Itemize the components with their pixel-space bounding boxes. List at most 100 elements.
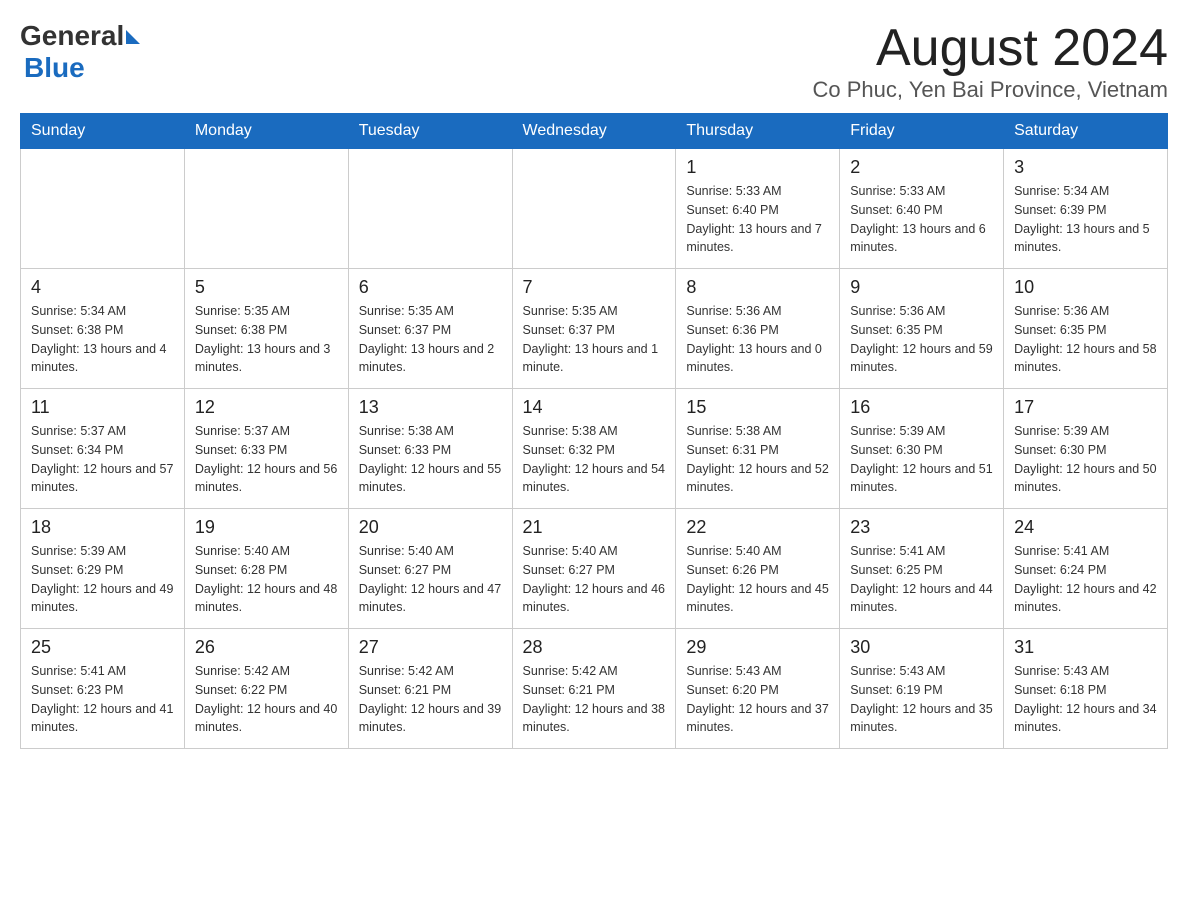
calendar-day-cell	[512, 149, 676, 269]
day-info: Sunrise: 5:42 AM Sunset: 6:22 PM Dayligh…	[195, 662, 338, 737]
day-info: Sunrise: 5:33 AM Sunset: 6:40 PM Dayligh…	[850, 182, 993, 257]
calendar-week-row: 18 Sunrise: 5:39 AM Sunset: 6:29 PM Dayli…	[21, 509, 1168, 629]
day-info: Sunrise: 5:41 AM Sunset: 6:25 PM Dayligh…	[850, 542, 993, 617]
day-number: 23	[850, 517, 993, 538]
calendar-day-cell: 16 Sunrise: 5:39 AM Sunset: 6:30 PM Dayli…	[840, 389, 1004, 509]
day-number: 25	[31, 637, 174, 658]
weekday-header: Tuesday	[348, 114, 512, 149]
day-number: 16	[850, 397, 993, 418]
page-title: August 2024	[813, 20, 1168, 77]
logo-general: General	[20, 20, 124, 52]
day-info: Sunrise: 5:40 AM Sunset: 6:27 PM Dayligh…	[359, 542, 502, 617]
day-number: 24	[1014, 517, 1157, 538]
day-info: Sunrise: 5:39 AM Sunset: 6:30 PM Dayligh…	[850, 422, 993, 497]
day-number: 15	[686, 397, 829, 418]
day-info: Sunrise: 5:42 AM Sunset: 6:21 PM Dayligh…	[523, 662, 666, 737]
day-info: Sunrise: 5:36 AM Sunset: 6:35 PM Dayligh…	[850, 302, 993, 377]
calendar-day-cell: 4 Sunrise: 5:34 AM Sunset: 6:38 PM Daylig…	[21, 269, 185, 389]
weekday-header: Monday	[184, 114, 348, 149]
calendar-day-cell: 18 Sunrise: 5:39 AM Sunset: 6:29 PM Dayli…	[21, 509, 185, 629]
calendar-day-cell: 29Sunrise: 5:43 AM Sunset: 6:20 PM Dayli…	[676, 629, 840, 749]
calendar-day-cell: 9 Sunrise: 5:36 AM Sunset: 6:35 PM Daylig…	[840, 269, 1004, 389]
calendar-day-cell: 11Sunrise: 5:37 AM Sunset: 6:34 PM Dayli…	[21, 389, 185, 509]
day-info: Sunrise: 5:43 AM Sunset: 6:19 PM Dayligh…	[850, 662, 993, 737]
calendar-day-cell: 31 Sunrise: 5:43 AM Sunset: 6:18 PM Dayli…	[1004, 629, 1168, 749]
day-info: Sunrise: 5:35 AM Sunset: 6:37 PM Dayligh…	[359, 302, 502, 377]
day-number: 6	[359, 277, 502, 298]
calendar-day-cell	[21, 149, 185, 269]
calendar-day-cell: 8 Sunrise: 5:36 AM Sunset: 6:36 PM Daylig…	[676, 269, 840, 389]
day-info: Sunrise: 5:36 AM Sunset: 6:36 PM Dayligh…	[686, 302, 829, 377]
page-header: General Blue August 2024 Co Phuc, Yen Ba…	[20, 20, 1168, 103]
calendar-day-cell	[184, 149, 348, 269]
weekday-header: Sunday	[21, 114, 185, 149]
calendar-day-cell: 22Sunrise: 5:40 AM Sunset: 6:26 PM Dayli…	[676, 509, 840, 629]
calendar-header-row: SundayMondayTuesdayWednesdayThursdayFrid…	[21, 114, 1168, 149]
day-number: 8	[686, 277, 829, 298]
calendar-day-cell: 21Sunrise: 5:40 AM Sunset: 6:27 PM Dayli…	[512, 509, 676, 629]
page-subtitle: Co Phuc, Yen Bai Province, Vietnam	[813, 77, 1168, 103]
day-number: 4	[31, 277, 174, 298]
day-info: Sunrise: 5:37 AM Sunset: 6:33 PM Dayligh…	[195, 422, 338, 497]
day-number: 30	[850, 637, 993, 658]
day-info: Sunrise: 5:39 AM Sunset: 6:29 PM Dayligh…	[31, 542, 174, 617]
day-info: Sunrise: 5:38 AM Sunset: 6:31 PM Dayligh…	[686, 422, 829, 497]
day-number: 18	[31, 517, 174, 538]
day-number: 29	[686, 637, 829, 658]
day-info: Sunrise: 5:39 AM Sunset: 6:30 PM Dayligh…	[1014, 422, 1157, 497]
day-number: 31	[1014, 637, 1157, 658]
calendar-week-row: 4 Sunrise: 5:34 AM Sunset: 6:38 PM Daylig…	[21, 269, 1168, 389]
day-number: 9	[850, 277, 993, 298]
day-info: Sunrise: 5:38 AM Sunset: 6:33 PM Dayligh…	[359, 422, 502, 497]
calendar-day-cell: 13 Sunrise: 5:38 AM Sunset: 6:33 PM Dayli…	[348, 389, 512, 509]
calendar-week-row: 25 Sunrise: 5:41 AM Sunset: 6:23 PM Dayli…	[21, 629, 1168, 749]
calendar-day-cell: 26 Sunrise: 5:42 AM Sunset: 6:22 PM Dayli…	[184, 629, 348, 749]
day-number: 19	[195, 517, 338, 538]
day-info: Sunrise: 5:34 AM Sunset: 6:39 PM Dayligh…	[1014, 182, 1157, 257]
calendar-day-cell: 15 Sunrise: 5:38 AM Sunset: 6:31 PM Dayli…	[676, 389, 840, 509]
day-info: Sunrise: 5:34 AM Sunset: 6:38 PM Dayligh…	[31, 302, 174, 377]
day-info: Sunrise: 5:35 AM Sunset: 6:37 PM Dayligh…	[523, 302, 666, 377]
calendar-day-cell: 14 Sunrise: 5:38 AM Sunset: 6:32 PM Dayli…	[512, 389, 676, 509]
day-number: 1	[686, 157, 829, 178]
calendar-day-cell: 5Sunrise: 5:35 AM Sunset: 6:38 PM Daylig…	[184, 269, 348, 389]
day-info: Sunrise: 5:41 AM Sunset: 6:23 PM Dayligh…	[31, 662, 174, 737]
day-number: 3	[1014, 157, 1157, 178]
calendar-day-cell: 12 Sunrise: 5:37 AM Sunset: 6:33 PM Dayli…	[184, 389, 348, 509]
calendar-day-cell: 20 Sunrise: 5:40 AM Sunset: 6:27 PM Dayli…	[348, 509, 512, 629]
day-number: 22	[686, 517, 829, 538]
day-number: 14	[523, 397, 666, 418]
day-number: 5	[195, 277, 338, 298]
calendar-day-cell: 25 Sunrise: 5:41 AM Sunset: 6:23 PM Dayli…	[21, 629, 185, 749]
weekday-header: Saturday	[1004, 114, 1168, 149]
logo: General Blue	[20, 20, 140, 84]
calendar-day-cell: 30 Sunrise: 5:43 AM Sunset: 6:19 PM Dayli…	[840, 629, 1004, 749]
day-info: Sunrise: 5:38 AM Sunset: 6:32 PM Dayligh…	[523, 422, 666, 497]
title-block: August 2024 Co Phuc, Yen Bai Province, V…	[813, 20, 1168, 103]
calendar-day-cell: 28 Sunrise: 5:42 AM Sunset: 6:21 PM Dayli…	[512, 629, 676, 749]
day-number: 13	[359, 397, 502, 418]
calendar-table: SundayMondayTuesdayWednesdayThursdayFrid…	[20, 113, 1168, 749]
day-info: Sunrise: 5:42 AM Sunset: 6:21 PM Dayligh…	[359, 662, 502, 737]
calendar-day-cell: 23 Sunrise: 5:41 AM Sunset: 6:25 PM Dayli…	[840, 509, 1004, 629]
day-info: Sunrise: 5:41 AM Sunset: 6:24 PM Dayligh…	[1014, 542, 1157, 617]
calendar-day-cell: 19Sunrise: 5:40 AM Sunset: 6:28 PM Dayli…	[184, 509, 348, 629]
day-number: 11	[31, 397, 174, 418]
day-info: Sunrise: 5:40 AM Sunset: 6:27 PM Dayligh…	[523, 542, 666, 617]
calendar-day-cell: 24 Sunrise: 5:41 AM Sunset: 6:24 PM Dayli…	[1004, 509, 1168, 629]
day-number: 28	[523, 637, 666, 658]
calendar-day-cell: 2 Sunrise: 5:33 AM Sunset: 6:40 PM Daylig…	[840, 149, 1004, 269]
day-number: 20	[359, 517, 502, 538]
logo-triangle-icon	[126, 30, 140, 44]
calendar-day-cell: 7 Sunrise: 5:35 AM Sunset: 6:37 PM Daylig…	[512, 269, 676, 389]
day-info: Sunrise: 5:43 AM Sunset: 6:18 PM Dayligh…	[1014, 662, 1157, 737]
day-number: 10	[1014, 277, 1157, 298]
weekday-header: Thursday	[676, 114, 840, 149]
calendar-day-cell: 6 Sunrise: 5:35 AM Sunset: 6:37 PM Daylig…	[348, 269, 512, 389]
day-number: 7	[523, 277, 666, 298]
weekday-header: Wednesday	[512, 114, 676, 149]
day-number: 26	[195, 637, 338, 658]
day-number: 12	[195, 397, 338, 418]
calendar-day-cell: 10Sunrise: 5:36 AM Sunset: 6:35 PM Dayli…	[1004, 269, 1168, 389]
day-number: 2	[850, 157, 993, 178]
